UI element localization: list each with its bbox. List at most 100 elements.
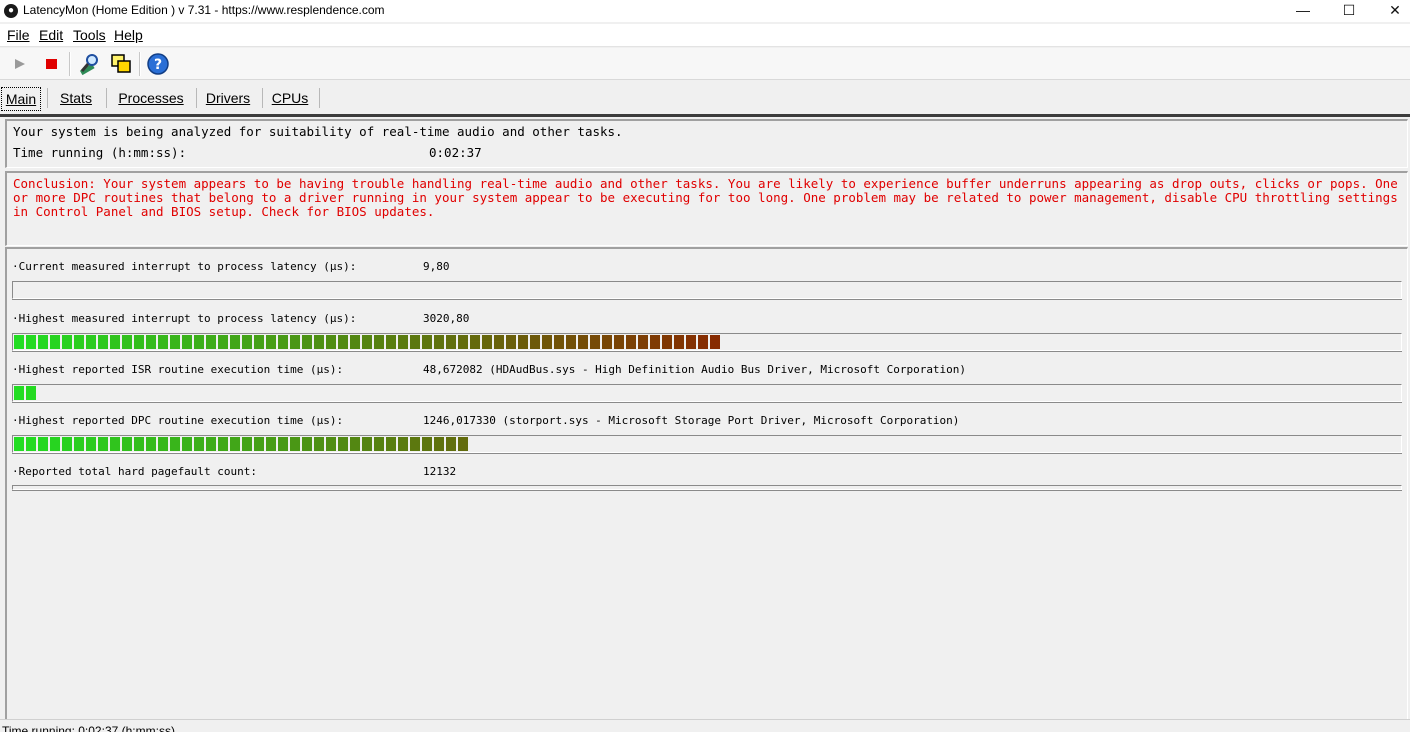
bar-segment (230, 437, 240, 451)
metric-label: ·Highest measured interrupt to process l… (12, 312, 357, 325)
pagefault-separator (12, 485, 1402, 490)
play-button[interactable] (8, 52, 32, 76)
bar-segment (398, 437, 408, 451)
tab-drivers-label: Drivers (205, 90, 251, 106)
bar-segment (14, 386, 24, 400)
bar-segment (122, 437, 132, 451)
bar-segment (206, 437, 216, 451)
bar-segment (254, 437, 264, 451)
bar-segment (326, 437, 336, 451)
bar-segment (158, 335, 168, 349)
maximize-button[interactable]: ☐ (1326, 0, 1372, 22)
bar-segment (218, 437, 228, 451)
menu-tools[interactable]: Tools (73, 27, 106, 43)
bar-segment (302, 335, 312, 349)
play-icon (15, 59, 25, 69)
bar-segment (194, 335, 204, 349)
bar-segment (38, 335, 48, 349)
bar-segment (194, 437, 204, 451)
menu-edit[interactable]: Edit (39, 27, 63, 43)
bar-segment (146, 335, 156, 349)
bar-segment (626, 335, 636, 349)
tab-main[interactable]: Main (1, 87, 41, 111)
bar-segment (110, 335, 120, 349)
analysis-headline: Your system is being analyzed for suitab… (13, 124, 623, 139)
bar-segment (578, 335, 588, 349)
toolbar: ? (0, 48, 1410, 80)
tab-cpus[interactable]: CPUs (266, 87, 314, 109)
bar-segment (554, 335, 564, 349)
bar-segment (446, 335, 456, 349)
menu-file[interactable]: File (7, 27, 30, 43)
bar-segment (14, 335, 24, 349)
bar-segment (206, 335, 216, 349)
bar-segment (38, 437, 48, 451)
title-bar: ● LatencyMon (Home Edition ) v 7.31 - ht… (0, 0, 1410, 22)
bar-segment (278, 437, 288, 451)
metric-label: ·Current measured interrupt to process l… (12, 260, 357, 273)
metric-value: 3020,80 (423, 312, 470, 325)
windows-button[interactable] (109, 52, 133, 76)
bar-segment (326, 335, 336, 349)
analyze-button[interactable] (77, 52, 101, 76)
bar-segment (698, 335, 708, 349)
minimize-button[interactable]: — (1280, 0, 1326, 22)
help-button[interactable]: ? (146, 52, 170, 76)
bar-segment (470, 335, 480, 349)
bar-segment (710, 335, 720, 349)
bar-segment (170, 437, 180, 451)
tab-separator (47, 88, 48, 108)
bar-segment (374, 335, 384, 349)
bar-segment (242, 437, 252, 451)
tab-separator (196, 88, 197, 108)
bar-segment (686, 335, 696, 349)
bar-segment (458, 437, 468, 451)
tab-processes[interactable]: Processes (110, 87, 192, 109)
toolbar-separator (69, 52, 71, 76)
bar-segment (314, 437, 324, 451)
bar-segment (350, 335, 360, 349)
time-running-value: 0:02:37 (429, 145, 482, 160)
bar-segment (62, 335, 72, 349)
bar-segment (434, 335, 444, 349)
metrics-panel: ·Current measured interrupt to process l… (5, 247, 1408, 720)
bar-segment (386, 437, 396, 451)
bar-segment (386, 335, 396, 349)
tab-separator (319, 88, 320, 108)
bar-segment (254, 335, 264, 349)
bar-segment (458, 335, 468, 349)
stop-button[interactable] (39, 52, 63, 76)
menu-file-label: File (7, 27, 30, 43)
bar-segment (98, 335, 108, 349)
bar-segment (14, 437, 24, 451)
tab-main-label: Main (5, 91, 37, 107)
metric-value: 9,80 (423, 260, 450, 273)
tab-underline (0, 114, 1410, 117)
bar-segment (110, 437, 120, 451)
bar-segment (410, 335, 420, 349)
menu-help[interactable]: Help (114, 27, 143, 43)
bar-segment (566, 335, 576, 349)
bar-segment (374, 437, 384, 451)
bar-segment (86, 437, 96, 451)
tab-stats-label: Stats (60, 90, 92, 106)
bar-segment (662, 335, 672, 349)
menu-tools-label: Tools (73, 27, 106, 43)
bar-segment (422, 335, 432, 349)
metric-value: 48,672082 (HDAudBus.sys - High Definitio… (423, 363, 967, 376)
bar-segment (86, 335, 96, 349)
bar-segment (242, 335, 252, 349)
bar-segment (482, 335, 492, 349)
tab-stats[interactable]: Stats (52, 87, 100, 109)
bar-segment (506, 335, 516, 349)
bar-segment (182, 437, 192, 451)
svg-text:?: ? (154, 57, 162, 73)
metric-label: ·Highest reported DPC routine execution … (12, 414, 344, 427)
tab-drivers[interactable]: Drivers (200, 87, 256, 109)
close-button[interactable]: ✕ (1372, 0, 1410, 22)
bar-segment (410, 437, 420, 451)
conclusion-text: Conclusion: Your system appears to be ha… (13, 176, 1398, 219)
bar-segment (122, 335, 132, 349)
menu-bar: File Edit Tools Help (0, 24, 1410, 47)
bar-segment (314, 335, 324, 349)
